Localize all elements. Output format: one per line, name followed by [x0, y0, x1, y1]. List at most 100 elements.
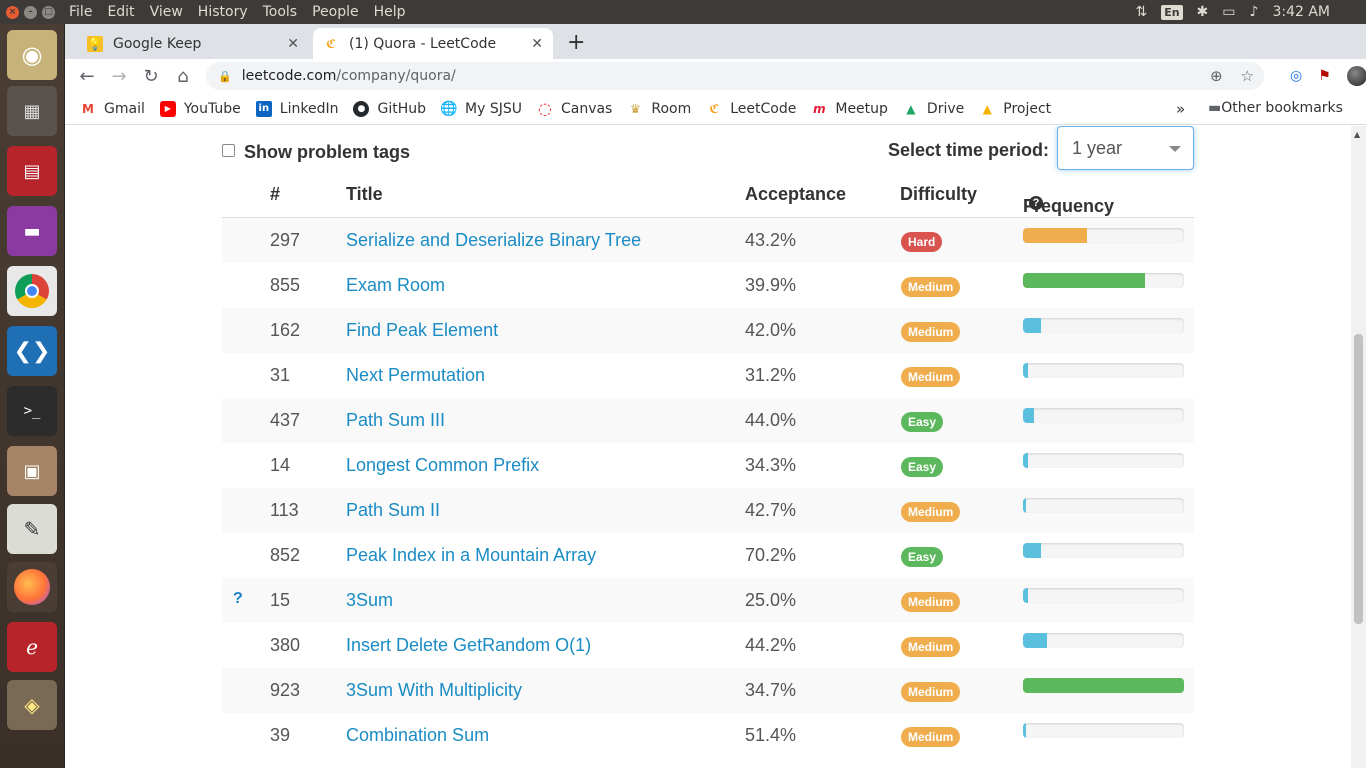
problem-title-link[interactable]: Find Peak Element [346, 320, 498, 341]
table-row: 923 3Sum With Multiplicity 34.7% Medium [222, 668, 1194, 713]
difficulty-badge: Medium [901, 277, 961, 297]
frequency-fill [1023, 453, 1028, 468]
page-scrollbar[interactable]: ▲ [1351, 126, 1366, 768]
frequency-fill [1023, 318, 1041, 333]
github-icon: ● [353, 100, 370, 117]
chrome-icon[interactable] [7, 266, 57, 316]
close-tab-icon[interactable]: ✕ [531, 36, 543, 52]
problem-title-link[interactable]: Next Permutation [346, 365, 485, 386]
vscode-icon[interactable]: ❮❯ [7, 326, 57, 376]
bookmark-linkedin[interactable]: in LinkedIn [255, 100, 338, 117]
problem-title-link[interactable]: 3Sum With Multiplicity [346, 680, 522, 701]
extension-icon[interactable]: ◎ [1290, 68, 1302, 84]
bookmark-meetup[interactable]: m Meetup [811, 101, 888, 117]
tab-quora-leetcode[interactable]: ℭ (1) Quora - LeetCode ✕ [313, 28, 553, 59]
help-icon[interactable]: ? [1029, 196, 1043, 210]
bookmark-youtube[interactable]: ▶ YouTube [159, 100, 241, 117]
bookmark-gmail[interactable]: M Gmail [80, 101, 145, 117]
firefox-icon[interactable] [7, 562, 57, 612]
back-arrow-icon[interactable]: ← [71, 66, 103, 87]
window-close-button[interactable]: × [6, 5, 19, 19]
text-editor-icon[interactable]: ✎ [7, 504, 57, 554]
col-acceptance[interactable]: Acceptance [745, 184, 846, 205]
frequency-bar [1023, 543, 1184, 558]
menu-people[interactable]: People [312, 4, 359, 20]
bluetooth-icon[interactable]: ✱ [1197, 4, 1209, 20]
problem-number: 14 [270, 455, 291, 475]
purple-app-icon[interactable]: ▬ [7, 206, 57, 256]
problem-title-link[interactable]: Combination Sum [346, 725, 489, 746]
problem-title-link[interactable]: 3Sum [346, 590, 393, 611]
chevron-down-icon [1169, 146, 1181, 152]
reload-icon[interactable]: ↻ [135, 66, 167, 87]
bookmarks-overflow-icon[interactable]: » [1176, 100, 1185, 118]
problem-title-link[interactable]: Insert Delete GetRandom O(1) [346, 635, 591, 656]
problem-number: 852 [270, 545, 301, 565]
pdf-extension-icon[interactable]: ⚑ [1318, 68, 1331, 84]
network-icon[interactable]: ⇅ [1135, 4, 1147, 20]
bookmark-canvas[interactable]: ◌ Canvas [537, 99, 612, 118]
bookmark-label: Project [1003, 100, 1052, 117]
menu-file[interactable]: File [69, 4, 92, 20]
menu-view[interactable]: View [150, 4, 183, 20]
problem-title-link[interactable]: Exam Room [346, 275, 445, 296]
window-maximize-button[interactable]: □ [42, 5, 55, 19]
bookmark-leetcode[interactable]: ℭ LeetCode [706, 101, 796, 117]
problem-number: 297 [270, 230, 301, 250]
time-period-select[interactable]: 1 year [1057, 126, 1194, 170]
terminal-red-icon[interactable]: ▤ [7, 146, 57, 196]
zoom-icon[interactable]: ⊕ [1210, 67, 1223, 85]
scroll-up-arrow-icon[interactable]: ▲ [1354, 130, 1360, 139]
problem-title-link[interactable]: Peak Index in a Mountain Array [346, 545, 596, 566]
menu-history[interactable]: History [198, 4, 248, 20]
profile-avatar[interactable] [1346, 66, 1366, 86]
gmail-icon: M [82, 101, 94, 116]
pdf-reader-icon[interactable]: ℯ [7, 622, 57, 672]
terminal-icon[interactable]: >_ [7, 386, 57, 436]
table-row: 437 Path Sum III 44.0% Easy [222, 398, 1194, 443]
col-title[interactable]: Title [346, 184, 383, 205]
bookmark-my-sjsu[interactable]: 🌐 My SJSU [440, 101, 522, 117]
problem-title-link[interactable]: Longest Common Prefix [346, 455, 539, 476]
scrollbar-thumb[interactable] [1354, 334, 1363, 624]
problem-title-link[interactable]: Serialize and Deserialize Binary Tree [346, 230, 641, 251]
file-cabinet-icon[interactable]: ▣ [7, 446, 57, 496]
home-icon[interactable]: ⌂ [167, 66, 199, 87]
bookmark-star-icon[interactable]: ☆ [1241, 67, 1254, 85]
bookmark-drive[interactable]: ▲ Drive [903, 101, 964, 117]
acceptance-rate: 70.2% [745, 545, 797, 565]
frequency-bar [1023, 273, 1184, 288]
bookmark-project[interactable]: ▲ Project [979, 100, 1052, 117]
show-tags-toggle[interactable]: Show problem tags [222, 142, 410, 163]
lock-icon[interactable]: 🔒 [218, 70, 232, 83]
problem-title-link[interactable]: Path Sum III [346, 410, 445, 431]
problem-title-link[interactable]: Path Sum II [346, 500, 440, 521]
workspace-switcher-icon[interactable]: ▦ [7, 86, 57, 136]
menu-help[interactable]: Help [374, 4, 406, 20]
bookmark-github[interactable]: ● GitHub [353, 100, 426, 117]
acceptance-rate: 34.3% [745, 455, 797, 475]
ubuntu-dash-icon[interactable]: ◉ [7, 30, 57, 80]
keyboard-layout-indicator[interactable]: En [1161, 4, 1183, 20]
forward-arrow-icon[interactable]: → [103, 66, 135, 87]
bookmark-room[interactable]: ♛ Room [627, 101, 691, 117]
window-minimize-button[interactable]: – [24, 5, 37, 19]
problem-number: 15 [270, 590, 291, 610]
close-tab-icon[interactable]: ✕ [287, 36, 299, 52]
bookmark-label: YouTube [183, 100, 241, 117]
show-tags-checkbox[interactable] [222, 144, 235, 157]
other-bookmarks[interactable]: ▬ Other bookmarks [1208, 100, 1343, 116]
clock[interactable]: 3:42 AM [1272, 4, 1330, 20]
drive-icon: ▲ [906, 101, 916, 116]
app-stack-icon[interactable]: ◈ [7, 680, 57, 730]
col-difficulty[interactable]: Difficulty [900, 184, 977, 205]
frequency-bar [1023, 678, 1184, 693]
volume-icon[interactable]: ♪ [1250, 4, 1259, 20]
battery-icon[interactable]: ▭ [1222, 4, 1235, 20]
tab-google-keep[interactable]: 💡 Google Keep ✕ [77, 28, 309, 59]
col-num[interactable]: # [270, 184, 280, 205]
menu-tools[interactable]: Tools [263, 4, 298, 20]
new-tab-button[interactable]: + [567, 30, 585, 55]
menu-edit[interactable]: Edit [107, 4, 134, 20]
address-bar[interactable]: 🔒 leetcode.com/company/quora/ ⊕ ☆ [206, 62, 1264, 90]
